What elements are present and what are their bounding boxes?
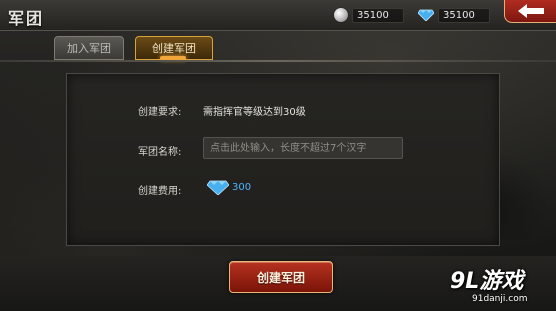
diamond-icon xyxy=(207,180,229,195)
tab-divider xyxy=(0,60,556,62)
create-legion-button[interactable]: 创建军团 xyxy=(229,261,333,293)
diamond-amount: 35100 xyxy=(438,7,490,23)
legion-name-label: 军团名称: xyxy=(138,147,182,158)
silver-amount: 35100 xyxy=(352,7,404,23)
page-title: 军团 xyxy=(8,9,45,28)
diamond-icon xyxy=(418,9,434,21)
top-bar: 军团 35100 35100 xyxy=(0,0,556,31)
silver-coin-icon xyxy=(334,8,348,22)
back-arrow-icon xyxy=(518,4,544,18)
diamond-currency: 35100 xyxy=(418,7,490,23)
requirement-value: 需指挥官等级达到30级 xyxy=(203,107,306,118)
create-legion-panel xyxy=(66,73,500,246)
legion-name-input[interactable] xyxy=(203,137,403,159)
requirement-label: 创建要求: xyxy=(138,107,182,118)
fee-label: 创建费用: xyxy=(138,186,182,197)
watermark-logo: 9L游戏 xyxy=(450,269,524,294)
fee-value: 300 xyxy=(232,182,252,193)
tab-join-legion[interactable]: 加入军团 xyxy=(54,36,124,60)
back-button[interactable] xyxy=(504,0,556,23)
silver-currency: 35100 xyxy=(334,7,404,23)
watermark-url: 91danji.com xyxy=(472,294,528,304)
